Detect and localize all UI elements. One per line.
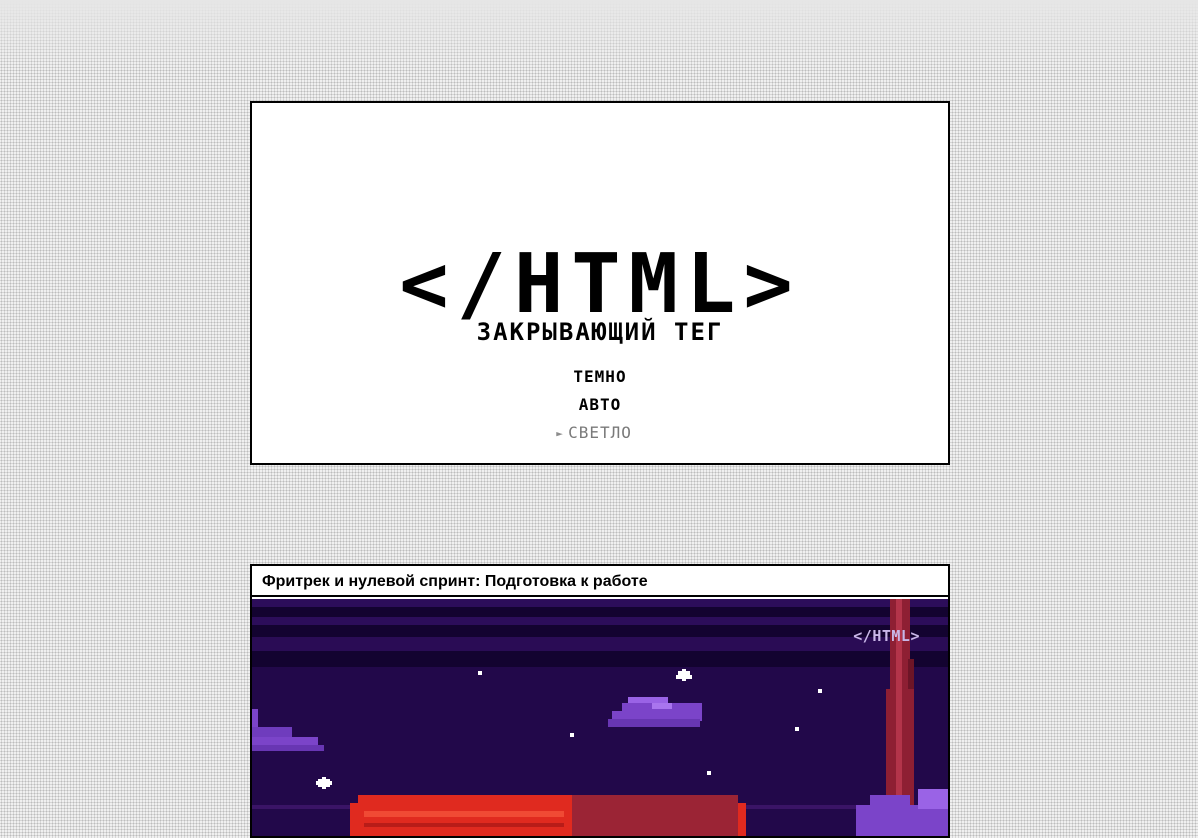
site-subtitle: ЗАКРЫВАЮЩИЙ ТЕГ — [476, 318, 724, 346]
cover-top-bands — [252, 599, 948, 667]
page-background-fade — [0, 0, 1198, 70]
cover-red-structure — [350, 795, 746, 836]
theme-option-label: АВТО — [578, 395, 622, 414]
theme-option-label: ТЕМНО — [573, 367, 627, 386]
selected-marker-icon: ► — [556, 427, 564, 440]
theme-option-auto[interactable]: ►АВТО — [252, 391, 948, 419]
theme-option-dark[interactable]: ►ТЕМНО — [252, 363, 948, 391]
hero-card: </HTML> ЗАКРЫВАЮЩИЙ ТЕГ ►ТЕМНО ►АВТО ►СВ… — [250, 101, 950, 465]
cover-logo: </HTML> — [853, 627, 920, 645]
article-card[interactable]: Фритрек и нулевой спринт: Подготовка к р… — [250, 564, 950, 838]
theme-switcher: ►ТЕМНО ►АВТО ► СВЕТЛО — [252, 363, 948, 447]
article-title[interactable]: Фритрек и нулевой спринт: Подготовка к р… — [252, 566, 948, 597]
theme-option-light[interactable]: ► СВЕТЛО — [252, 419, 948, 447]
theme-option-label: СВЕТЛО — [568, 423, 632, 442]
article-cover-image[interactable]: </HTML> — [252, 599, 948, 838]
